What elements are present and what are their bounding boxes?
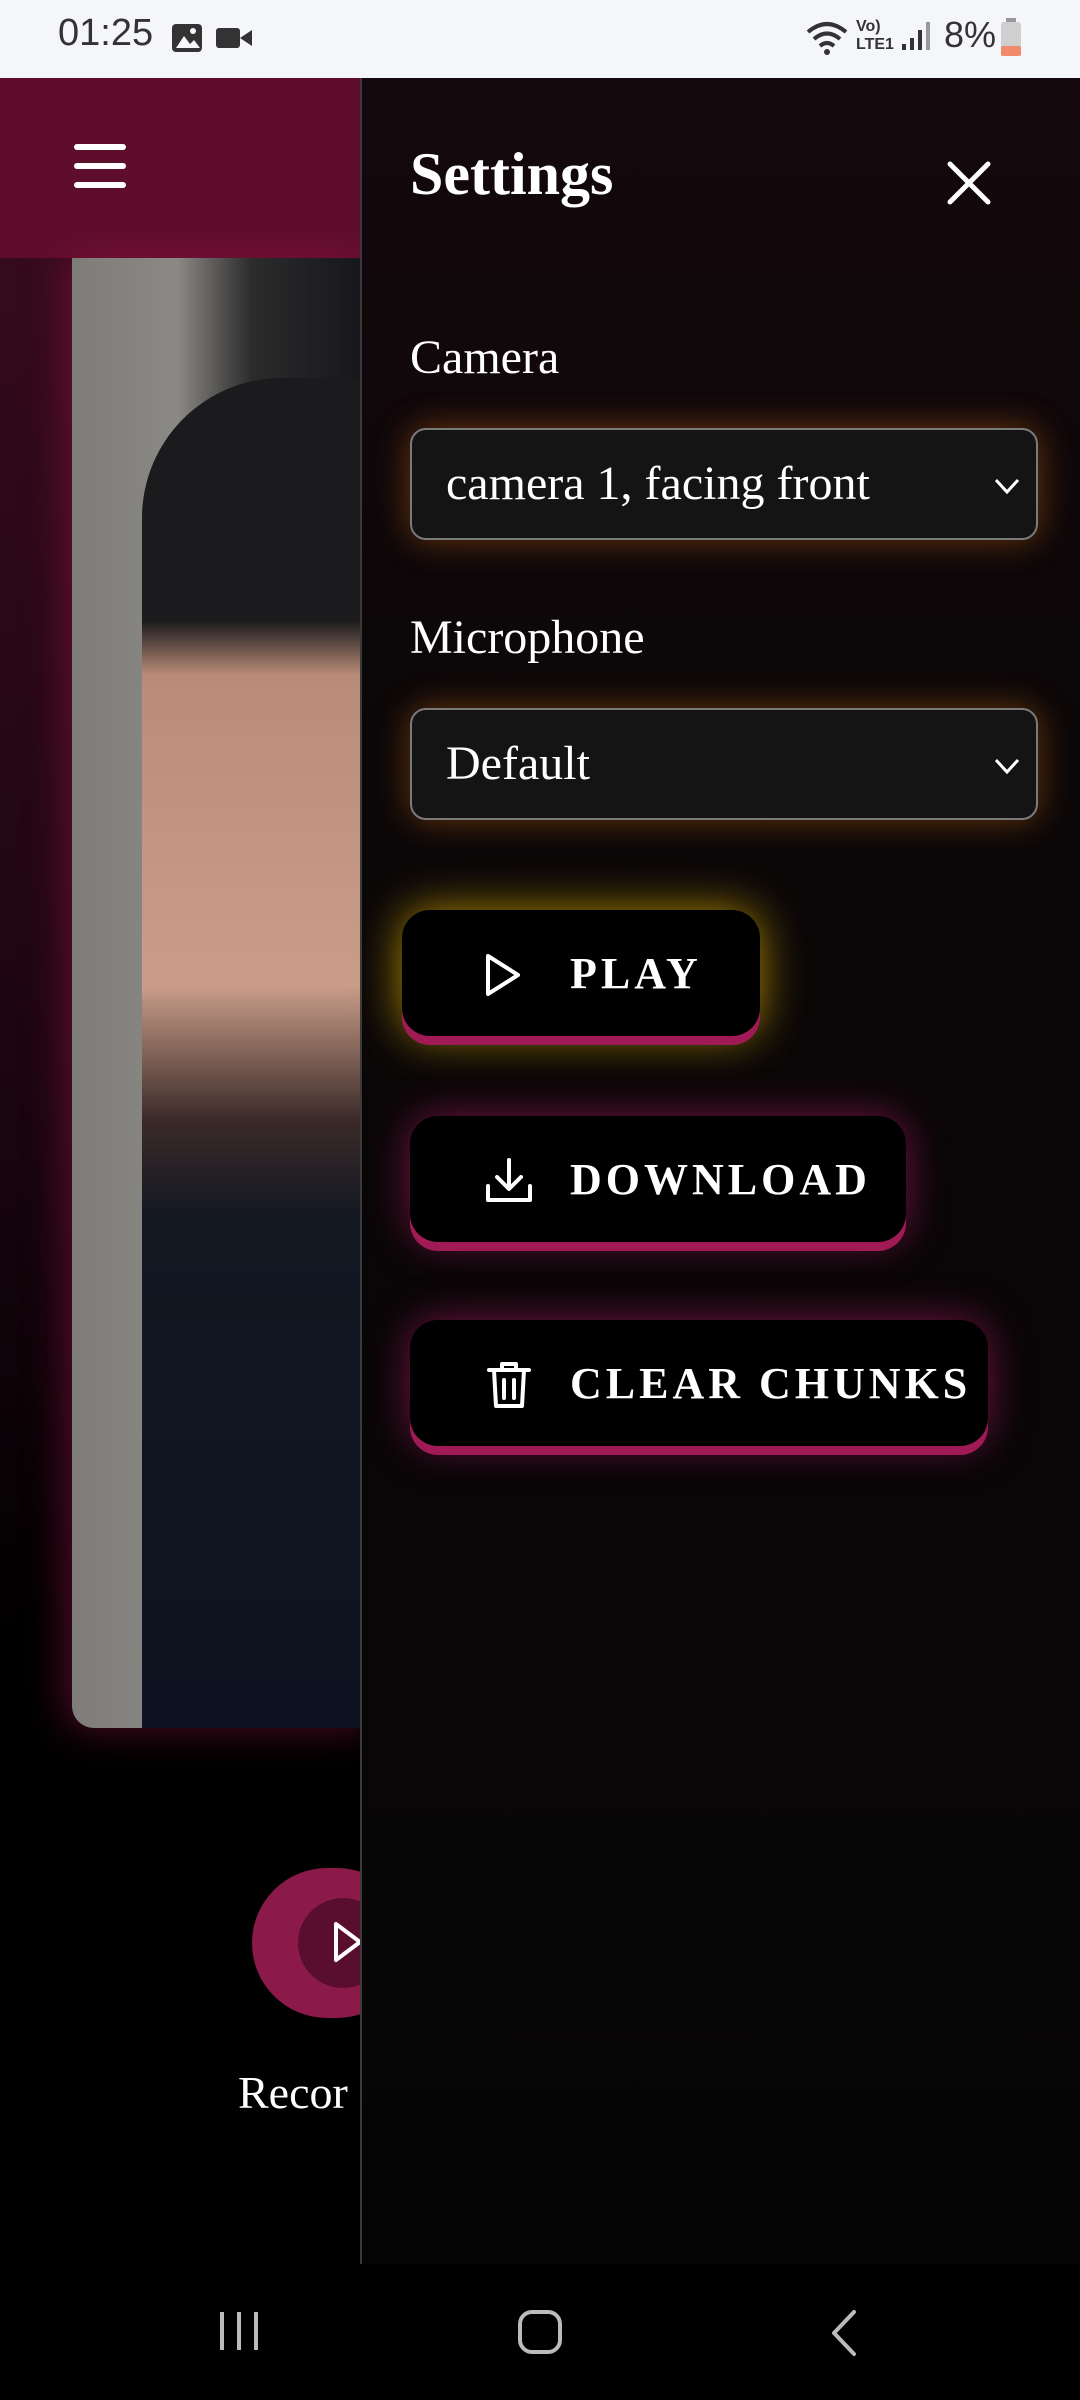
menu-icon[interactable] (74, 144, 126, 188)
recent-apps-icon[interactable] (214, 2308, 264, 2354)
camera-feed-person (142, 378, 372, 1728)
microphone-select[interactable]: Default (410, 708, 1038, 820)
back-icon[interactable] (826, 2308, 860, 2358)
drawer-title: Settings (410, 141, 614, 207)
app-header (0, 78, 360, 258)
record-label: Recor (238, 2067, 348, 2118)
gallery-icon (172, 24, 202, 52)
battery-icon (1001, 18, 1021, 56)
chevron-down-icon (994, 478, 1020, 495)
microphone-label: Microphone (410, 611, 645, 664)
wifi-icon (806, 22, 848, 55)
home-icon[interactable] (516, 2308, 564, 2356)
microphone-select-value: Default (446, 737, 590, 790)
download-button-label: DOWNLOAD (570, 1155, 871, 1204)
download-button[interactable]: DOWNLOAD (410, 1116, 906, 1242)
clear-chunks-button-label: CLEAR CHUNKS (570, 1359, 972, 1408)
settings-drawer: Settings Camera camera 1, facing front M… (360, 78, 1080, 2264)
camera-select-value: camera 1, facing front (446, 457, 870, 510)
close-icon[interactable] (944, 158, 994, 208)
play-button-label: PLAY (570, 949, 702, 998)
camera-preview (72, 258, 372, 1728)
trash-icon (487, 1362, 531, 1408)
play-icon (486, 954, 520, 996)
signal-icon (902, 22, 930, 50)
download-icon (486, 1158, 532, 1202)
chevron-down-icon (994, 758, 1020, 775)
clear-chunks-button[interactable]: CLEAR CHUNKS (410, 1320, 988, 1446)
video-camera-icon (216, 28, 252, 48)
status-time: 01:25 (58, 12, 154, 54)
play-button[interactable]: PLAY (402, 910, 760, 1036)
network-type-label: Vo) LTE1 (856, 18, 894, 53)
camera-select[interactable]: camera 1, facing front (410, 428, 1038, 540)
camera-label: Camera (410, 331, 560, 384)
navigation-bar (0, 2264, 1080, 2400)
status-bar: 01:25 Vo) LTE1 8% (0, 0, 1080, 78)
battery-percent: 8% (944, 14, 997, 55)
